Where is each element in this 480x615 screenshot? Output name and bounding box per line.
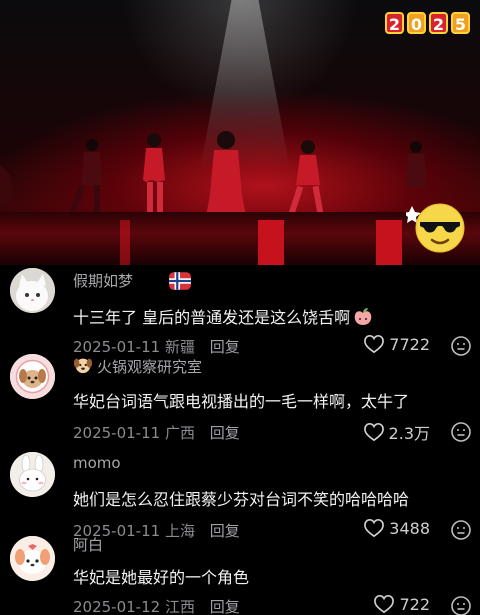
comment-location: 江西 [164, 598, 195, 615]
like-button[interactable]: 2.3万 [363, 420, 430, 444]
comment-meta: 2025-01-11 新疆 回复 [73, 336, 240, 357]
sunglasses-emoji-icon [406, 203, 465, 253]
dog-face-icon [73, 358, 93, 374]
year-digit: 5 [451, 12, 470, 34]
heart-icon [363, 422, 384, 442]
puppy-avatar-icon [10, 354, 55, 399]
like-count: 7722 [389, 334, 430, 354]
comment-date: 2025-01-12 [73, 598, 161, 615]
comment-location: 广西 [164, 424, 195, 442]
peach-emoji-icon [354, 308, 372, 325]
comment-location: 新疆 [164, 338, 195, 356]
user-avatar[interactable] [10, 268, 55, 313]
year-digit: 2 [385, 12, 404, 34]
reply-button[interactable]: 回复 [210, 424, 240, 442]
like-count: 3488 [389, 518, 430, 538]
comment-text: 十三年了 皇后的普通发还是这么饶舌啊 [73, 304, 374, 328]
puppy-avatar-icon [10, 536, 55, 581]
year-digit: 2 [429, 12, 448, 34]
comment-username[interactable]: momo [73, 454, 121, 472]
bunny-avatar-icon [10, 452, 55, 497]
reply-button[interactable]: 回复 [210, 338, 240, 356]
cat-avatar-icon [10, 268, 55, 313]
comment-username[interactable]: 阿白 [73, 534, 103, 555]
reply-button[interactable]: 回复 [210, 598, 240, 615]
heart-icon [364, 334, 385, 354]
year-digit: 0 [407, 12, 426, 34]
comment-text: 华妃是她最好的一个角色 [73, 568, 250, 587]
like-button[interactable]: 7722 [363, 334, 430, 354]
comment-meta: 2025-01-11 广西 回复 [73, 422, 240, 443]
comment-date: 2025-01-11 [73, 338, 161, 356]
comment-username[interactable]: 假期如梦 [73, 270, 133, 291]
like-count: 722 [399, 594, 430, 614]
like-count: 2.3万 [388, 424, 430, 443]
comment-text: 她们是怎么忍住跟蔡少芬对台词不笑的哈哈哈哈 [73, 490, 410, 509]
dislike-face-icon[interactable] [450, 335, 472, 357]
user-avatar[interactable] [10, 452, 55, 497]
comment-date: 2025-01-11 [73, 424, 161, 442]
reply-button[interactable]: 回复 [210, 522, 240, 540]
dislike-face-icon[interactable] [450, 519, 472, 541]
heart-icon [374, 594, 395, 614]
user-avatar[interactable] [10, 354, 55, 399]
comment-meta: 2025-01-12 江西 回复 [73, 596, 240, 615]
comment-username[interactable]: 火锅观察研究室 [97, 356, 202, 377]
video-player[interactable]: 2 0 2 5 [0, 0, 480, 265]
comment-location: 上海 [164, 522, 195, 540]
like-button[interactable]: 3488 [363, 518, 430, 538]
dislike-face-icon[interactable] [450, 421, 472, 443]
user-avatar[interactable] [10, 536, 55, 581]
comment-text: 华妃台词语气跟电视播出的一毛一样啊，太牛了 [73, 392, 410, 411]
comment-text-body: 十三年了 皇后的普通发还是这么饶舌啊 [73, 308, 351, 327]
norway-flag-icon [169, 272, 191, 290]
heart-icon [364, 518, 385, 538]
year-2025-badge: 2 0 2 5 [381, 10, 474, 36]
dislike-face-icon[interactable] [450, 595, 472, 615]
like-button[interactable]: 722 [373, 594, 430, 614]
